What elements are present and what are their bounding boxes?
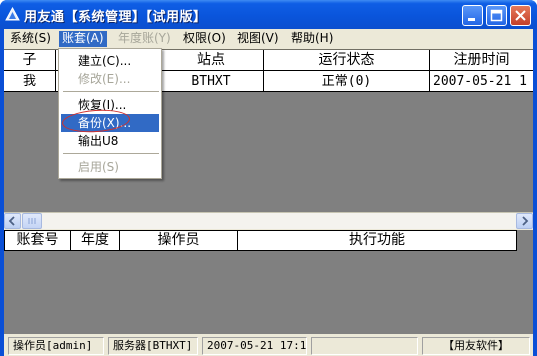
minimize-icon [468,18,475,21]
cell-register-time: 2007-05-21 1 [430,71,533,92]
menu-help[interactable]: 帮助(H) [288,31,336,47]
menu-item-enable[interactable]: 启用(S) [61,158,159,176]
menu-item-create[interactable]: 建立(C)... [61,52,159,70]
title-bar[interactable]: 用友通【系统管理】【试用版】 [0,0,537,29]
status-empty [311,337,418,355]
status-brand: 【用友软件】 [422,337,530,355]
column-header-site[interactable]: 站点 [159,50,264,71]
minimize-button[interactable] [462,5,483,26]
close-button[interactable] [510,5,531,26]
menu-system[interactable]: 系统(S) [7,31,54,47]
column-header-account-no[interactable]: 账套号 [4,230,71,251]
menu-item-modify[interactable]: 修改(E)... [61,70,159,88]
close-icon [515,10,526,21]
horizontal-scrollbar[interactable] [4,212,533,229]
column-header-operator[interactable]: 操作员 [120,230,238,251]
menu-separator [63,153,159,155]
cell-subsystem: 我 [4,71,56,92]
chevron-left-icon [8,216,15,226]
cell-status: 正常(0) [264,71,430,92]
app-logo-icon [5,7,20,21]
column-header-function[interactable]: 执行功能 [238,230,517,251]
maximize-button[interactable] [486,5,507,26]
status-operator: 操作员[admin] [8,337,104,355]
window-title: 用友通【系统管理】【试用版】 [24,10,207,25]
operation-log-grid[interactable]: 账套号 年度 操作员 执行功能 [4,230,533,334]
menu-year-account[interactable]: 年度账(Y) [115,31,174,47]
status-bar: 操作员[admin] 服务器[BTHXT] 2007-05-21 17:16 【… [4,334,533,356]
menu-separator [63,91,159,93]
menu-account-set[interactable]: 账套(A) [59,31,107,47]
menu-item-export-u8[interactable]: 输出U8 [61,132,159,150]
app-window: 用友通【系统管理】【试用版】 系统(S) 账套(A) 年度账(Y) 权限(O) … [0,0,537,356]
scroll-thumb[interactable] [22,213,42,229]
scroll-right-button[interactable] [516,213,533,229]
menu-view[interactable]: 视图(V) [234,31,282,47]
cell-site: BTHXT [159,71,264,92]
status-datetime: 2007-05-21 17:16 [202,337,307,355]
maximize-icon [490,9,503,22]
column-header-register-time[interactable]: 注册时间 [430,50,533,71]
status-server: 服务器[BTHXT] [108,337,198,355]
grip-icon [28,218,36,224]
menu-permission[interactable]: 权限(O) [180,31,229,47]
log-grid-header: 账套号 年度 操作员 执行功能 [4,230,533,251]
menu-bar: 系统(S) 账套(A) 年度账(Y) 权限(O) 视图(V) 帮助(H) [4,29,533,48]
column-header-year[interactable]: 年度 [71,230,120,251]
chevron-right-icon [522,216,529,226]
scroll-left-button[interactable] [4,213,21,229]
column-header-subsystem[interactable]: 子 [4,50,56,71]
column-header-status[interactable]: 运行状态 [264,50,430,71]
